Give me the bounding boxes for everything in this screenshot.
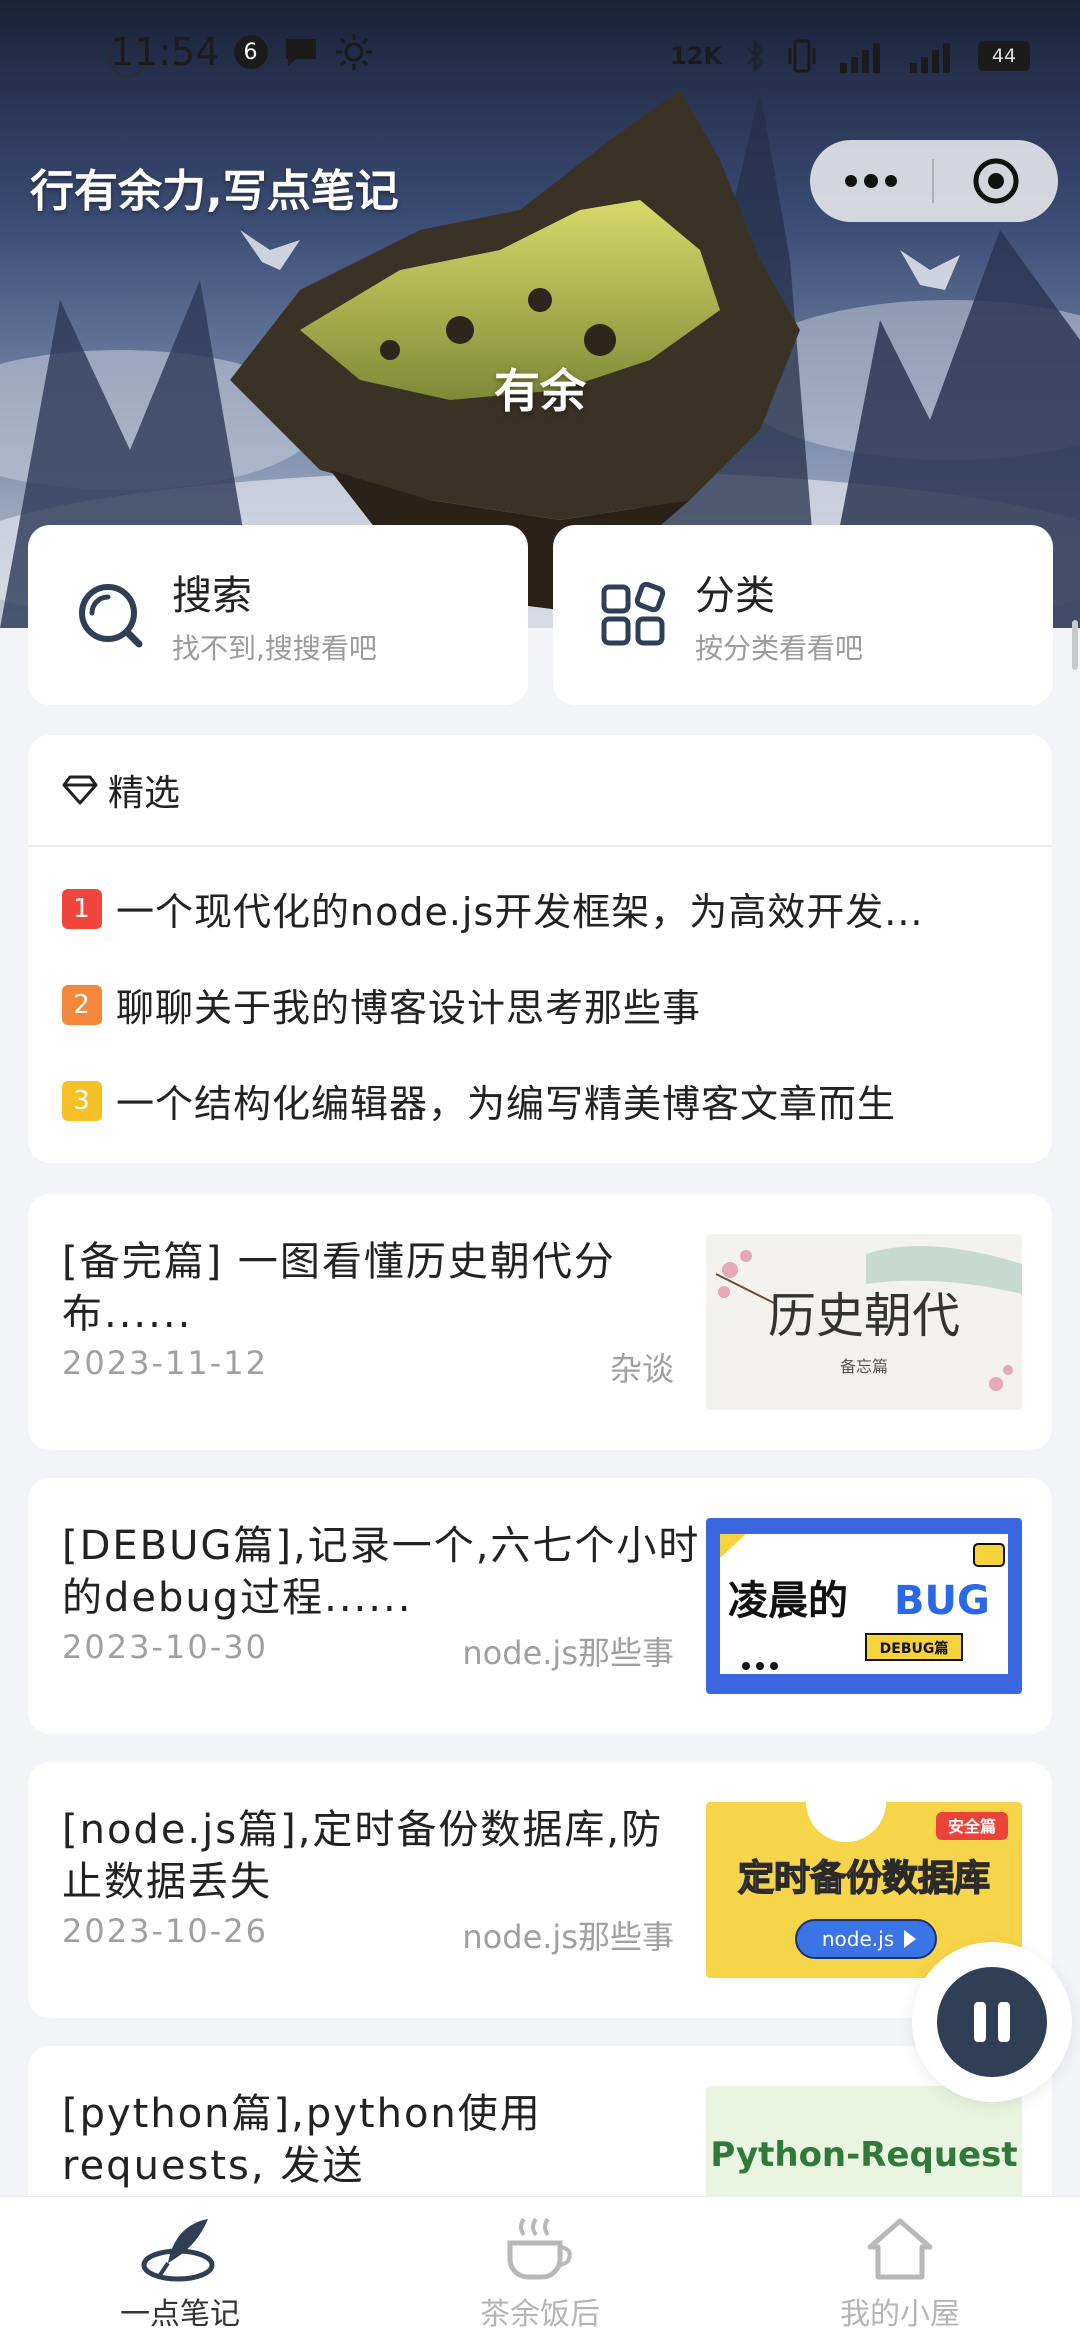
brightness-sun-icon: [335, 34, 372, 70]
search-icon: [79, 584, 143, 648]
thumb-bug-text: BUG: [894, 1578, 990, 1624]
featured-item-2-text: 聊聊关于我的博客设计思考那些事: [116, 986, 702, 1030]
thumb-tag-text: DEBUG篇: [880, 1640, 949, 1657]
bluetooth-icon: [746, 39, 765, 73]
article-thumbnail: 历史朝代 备忘篇: [706, 1234, 1022, 1410]
house-icon: [867, 2218, 933, 2280]
rank-badge-1: 1: [62, 888, 102, 929]
category-card-subtitle: 按分类看看吧: [695, 632, 864, 665]
featured-item-2[interactable]: 2 聊聊关于我的博客设计思考那些事: [62, 977, 1032, 1032]
thumb-pill-text: node.js: [822, 1927, 894, 1951]
article-category: 杂谈: [609, 1350, 674, 1388]
category-grid-icon: [601, 582, 666, 646]
category-card[interactable]: 分类 按分类看看吧: [553, 525, 1053, 705]
status-time: 11:54: [110, 30, 220, 74]
signal-4g-icon: [910, 43, 950, 73]
article-card[interactable]: [备完篇] 一图看懂历史朝代分布...... 2023-11-12 杂谈 历史朝…: [28, 1194, 1052, 1450]
coffee-cup-icon: [507, 2217, 572, 2280]
category-card-title: 分类: [695, 573, 775, 619]
article-card[interactable]: [DEBUG篇],记录一个,六七个小时的debug过程...... 2023-1…: [28, 1478, 1052, 1734]
tab-notes[interactable]: 一点笔记: [0, 2197, 360, 2340]
tab-home[interactable]: 我的小屋: [720, 2197, 1080, 2340]
featured-item-1-text: 一个现代化的node.js开发框架，为高效开发...: [116, 890, 924, 934]
thumb-main-text: 定时备份数据库: [738, 1858, 990, 1899]
scrollbar[interactable]: [1072, 620, 1078, 670]
search-card-subtitle: 找不到,搜搜看吧: [172, 632, 377, 665]
tab-leisure[interactable]: 茶余饭后: [360, 2197, 720, 2340]
quill-icon: [141, 2219, 215, 2282]
article-category: node.js那些事: [462, 1918, 674, 1956]
mini-program-capsule: [810, 140, 1058, 222]
bottom-tab-bar: 一点笔记 茶余饭后 我的小屋: [0, 2196, 1080, 2340]
tab-leisure-label: 茶余饭后: [480, 2297, 600, 2332]
article-title: [DEBUG篇],记录一个,六七个小时的debug过程......: [62, 1523, 701, 1621]
article-title: [python篇],python使用requests, 发送GET,POST,P…: [62, 2091, 542, 2189]
article-date: 2023-10-30: [62, 1628, 268, 1666]
more-dots-icon: [845, 174, 897, 188]
tab-notes-label: 一点笔记: [120, 2297, 240, 2332]
rank-badge-2: 2: [62, 984, 102, 1025]
rank-badge-3: 3: [62, 1080, 102, 1121]
thumb-main-text: 凌晨的: [728, 1578, 848, 1624]
close-miniprogram-button[interactable]: [934, 157, 1058, 205]
article-date: 2023-10-26: [62, 1912, 268, 1950]
bug-thumbnail-art: 凌晨的 BUG DEBUG篇: [706, 1518, 1022, 1694]
article-date: 2023-11-12: [62, 1344, 268, 1382]
featured-section: 精选 1 一个现代化的node.js开发框架，为高效开发... 2 聊聊关于我的…: [28, 735, 1052, 1163]
hero-center-text: 有余: [494, 364, 586, 418]
thumb-tag-text: 安全篇: [948, 1817, 996, 1836]
search-card-title: 搜索: [172, 573, 252, 619]
network-speed: 12K: [670, 42, 722, 70]
more-options-button[interactable]: [810, 174, 932, 188]
featured-item-1[interactable]: 1 一个现代化的node.js开发框架，为高效开发...: [62, 881, 1032, 936]
history-thumbnail-art: 历史朝代 备忘篇: [706, 1234, 1022, 1410]
article-title: [node.js篇],定时备份数据库,防止数据丢失: [62, 1807, 664, 1905]
vibrate-icon: [788, 39, 816, 73]
article-category: node.js那些事: [462, 1634, 674, 1672]
page-title: 行有余力,写点笔记: [30, 166, 399, 217]
featured-item-3-text: 一个结构化编辑器，为编写精美博客文章而生: [116, 1082, 897, 1126]
pause-icon: [937, 1967, 1047, 2077]
status-bar: 11:54 6 12K 44: [0, 30, 1080, 90]
featured-header: 精选: [28, 735, 1052, 847]
thumb-sub-text: 备忘篇: [840, 1357, 888, 1376]
thumb-main-text: Python-Request: [710, 2135, 1017, 2175]
target-circle-icon: [973, 158, 1019, 204]
tab-home-label: 我的小屋: [840, 2297, 960, 2332]
article-title: [备完篇] 一图看懂历史朝代分布......: [62, 1239, 616, 1337]
thumb-main-text: 历史朝代: [768, 1288, 960, 1344]
audio-pause-button[interactable]: [912, 1942, 1072, 2102]
message-bubble-icon: [285, 39, 316, 66]
diamond-icon: [62, 775, 98, 805]
featured-title: 精选: [108, 773, 181, 814]
battery-indicator: 44: [978, 41, 1030, 71]
article-card[interactable]: [node.js篇],定时备份数据库,防止数据丢失 2023-10-26 nod…: [28, 1762, 1052, 2018]
featured-item-3[interactable]: 3 一个结构化编辑器，为编写精美博客文章而生: [62, 1073, 1032, 1128]
notification-count-badge: 6: [233, 35, 268, 69]
search-card[interactable]: 搜索 找不到,搜搜看吧: [28, 525, 528, 705]
signal-strength-icon: [840, 43, 880, 73]
article-thumbnail: 凌晨的 BUG DEBUG篇: [706, 1518, 1022, 1694]
